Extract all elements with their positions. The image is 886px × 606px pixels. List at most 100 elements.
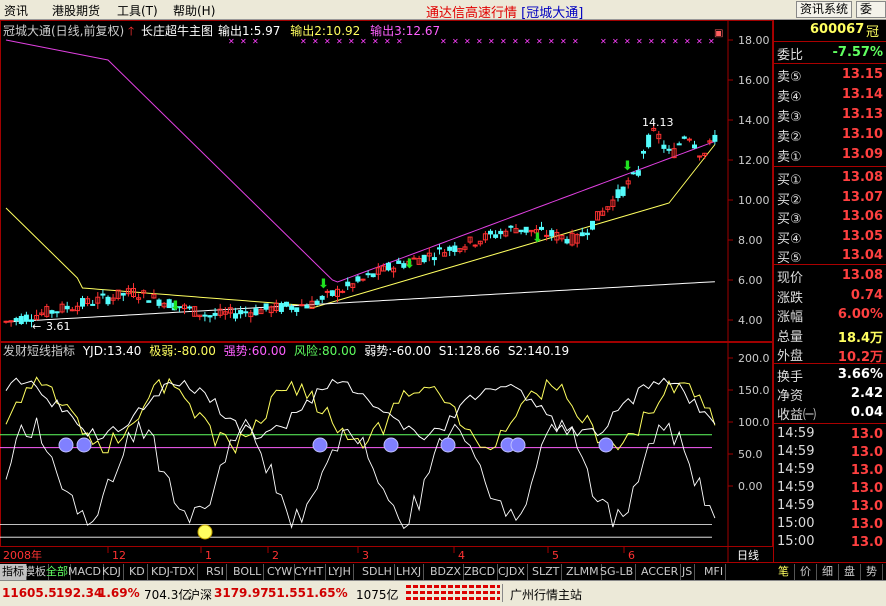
ask-row: 卖③ 13.13	[774, 105, 886, 125]
sz-label: 沪深	[188, 588, 213, 602]
candle-body	[304, 305, 310, 309]
candle-body	[523, 226, 529, 233]
indicator-tab[interactable]: ZLMM	[564, 564, 602, 580]
news-system-button[interactable]: 资讯系统	[796, 1, 853, 18]
signal-cross-icon: ✕	[312, 37, 319, 46]
out3-label: 输出3:	[370, 23, 406, 38]
candle-body	[319, 295, 325, 300]
indicator-tab[interactable]: MACD	[66, 564, 104, 580]
indicator-tab[interactable]: ZBCD	[462, 564, 499, 580]
indicator-tab[interactable]: SLZT	[530, 564, 563, 580]
indicator-tab[interactable]: ACCER	[639, 564, 682, 580]
quote-tab[interactable]: 细	[817, 564, 839, 580]
indicator-tab[interactable]: CYW	[265, 564, 296, 580]
indicator-tab[interactable]: RSI	[204, 564, 227, 580]
menu-tools[interactable]: 工具(T)	[117, 2, 158, 19]
signal-cross-icon: ✕	[464, 37, 471, 46]
candle-body	[3, 320, 9, 323]
signal-cross-icon: ✕	[396, 37, 403, 46]
menu-hk-futures[interactable]: 港股期货	[52, 2, 100, 19]
out2-label: 输出2:	[290, 23, 326, 38]
signal-cross-icon: ✕	[672, 37, 679, 46]
period-label[interactable]: 日线	[737, 548, 759, 562]
quote-tab[interactable]: 价	[795, 564, 817, 580]
indicator-tab[interactable]: JS	[680, 564, 696, 580]
indicator-tab[interactable]: LYJH	[326, 564, 354, 580]
indicator-tab[interactable]: KDJ-TDX	[149, 564, 199, 580]
x-axis-months: 12 1 2 3 4 5 6	[107, 547, 635, 562]
signal-cross-icon: ✕	[536, 37, 543, 46]
candle-body	[80, 298, 85, 307]
signal-cross-icon: ✕	[360, 37, 367, 46]
stat-row-label: 现价	[777, 271, 804, 286]
indicator-tab[interactable]: LHXJ	[394, 564, 425, 580]
menu-help[interactable]: 帮助(H)	[173, 2, 215, 19]
candle-body	[156, 299, 162, 306]
indicator-tab[interactable]: KD	[127, 564, 148, 580]
candle-body	[396, 260, 402, 264]
jr-value: -80.00	[177, 344, 216, 358]
signal-cross-icon: ✕	[252, 37, 259, 46]
quote-tab[interactable]: 势	[861, 564, 883, 580]
station-name[interactable]: 广州行情主站	[510, 586, 582, 603]
signal-cross-icon: ✕	[600, 37, 607, 46]
candle-body	[212, 312, 218, 316]
bid-row: 买① 13.08	[774, 168, 886, 188]
indicator-tab[interactable]: CYHT	[292, 564, 327, 580]
tick-row-value: 13.0	[850, 445, 883, 460]
bid-row-label: 买①	[777, 173, 802, 188]
bid-row: 买④ 13.05	[774, 227, 886, 247]
y-tick-label: 10.00	[738, 194, 770, 207]
y-tick-label: 6.00	[738, 274, 763, 287]
menu-news[interactable]: 资讯	[4, 2, 28, 19]
window-restore-icon[interactable]: ▣	[714, 28, 723, 39]
candle-body	[289, 306, 295, 310]
weibi-label: 委比	[777, 48, 804, 63]
candle-body	[100, 293, 106, 296]
stat-row-value: 6.00%	[837, 307, 883, 322]
quote-tab[interactable]: 笔	[773, 564, 795, 580]
face-sad-icon	[510, 437, 526, 453]
tick-row: 15:00 13.0	[774, 515, 886, 535]
ma-yellow-line	[5, 144, 716, 309]
x-month-label: 3	[362, 549, 369, 562]
candle-body	[207, 315, 213, 318]
stat-row-value: 18.4万	[837, 330, 883, 346]
indicator-tab[interactable]: SG-LB	[598, 564, 637, 580]
ask-row: 卖⑤ 13.15	[774, 65, 886, 85]
indicator-tab[interactable]: BDZX	[428, 564, 465, 580]
tick-row-label: 14:59	[777, 444, 815, 459]
trade-button[interactable]: 委托	[856, 1, 886, 18]
kline-moving-averages	[5, 39, 716, 323]
x-month-label: 5	[552, 549, 559, 562]
signal-cross-icon: ✕	[336, 37, 343, 46]
indicator-tab[interactable]: SDLH	[360, 564, 395, 580]
candle-body	[518, 229, 524, 233]
x-month-label: 2	[272, 549, 279, 562]
sz-index: 3179.97	[214, 586, 269, 600]
ask-row-label: 卖②	[777, 130, 802, 145]
indicator-tab[interactable]: KDJ	[100, 564, 124, 580]
stat2-row: 净资 2.42	[774, 384, 886, 404]
signal-cross-icon: ✕	[348, 37, 355, 46]
indicator-tab[interactable]: CJDX	[496, 564, 528, 580]
candle-body	[243, 311, 249, 314]
tick-row-value: 13.0	[850, 463, 883, 478]
bid-row-value: 13.05	[841, 228, 883, 244]
sz-change: 51.55	[268, 586, 306, 600]
candle-body	[686, 138, 692, 141]
quote-tab[interactable]: 盘	[839, 564, 861, 580]
candle-body	[386, 262, 391, 271]
face-sad-icon	[383, 437, 399, 453]
candle-body	[564, 238, 570, 244]
indicator-tab[interactable]: BOLL	[231, 564, 265, 580]
tick-row-value: 13.0	[850, 517, 883, 532]
ask-row: 卖② 13.10	[774, 125, 886, 145]
chart-area[interactable]: 冠城大通(日线,前复权) 🡑 长庄超牛主图 输出1:5.97 输出2:10.92…	[0, 20, 773, 562]
tick-row-label: 14:59	[777, 498, 815, 513]
candle-body	[370, 273, 376, 278]
bid-row-label: 买②	[777, 192, 802, 208]
indicator-tab[interactable]: MFI	[702, 564, 727, 580]
candle-body	[620, 186, 626, 196]
out3-value: 12.67	[406, 24, 440, 38]
